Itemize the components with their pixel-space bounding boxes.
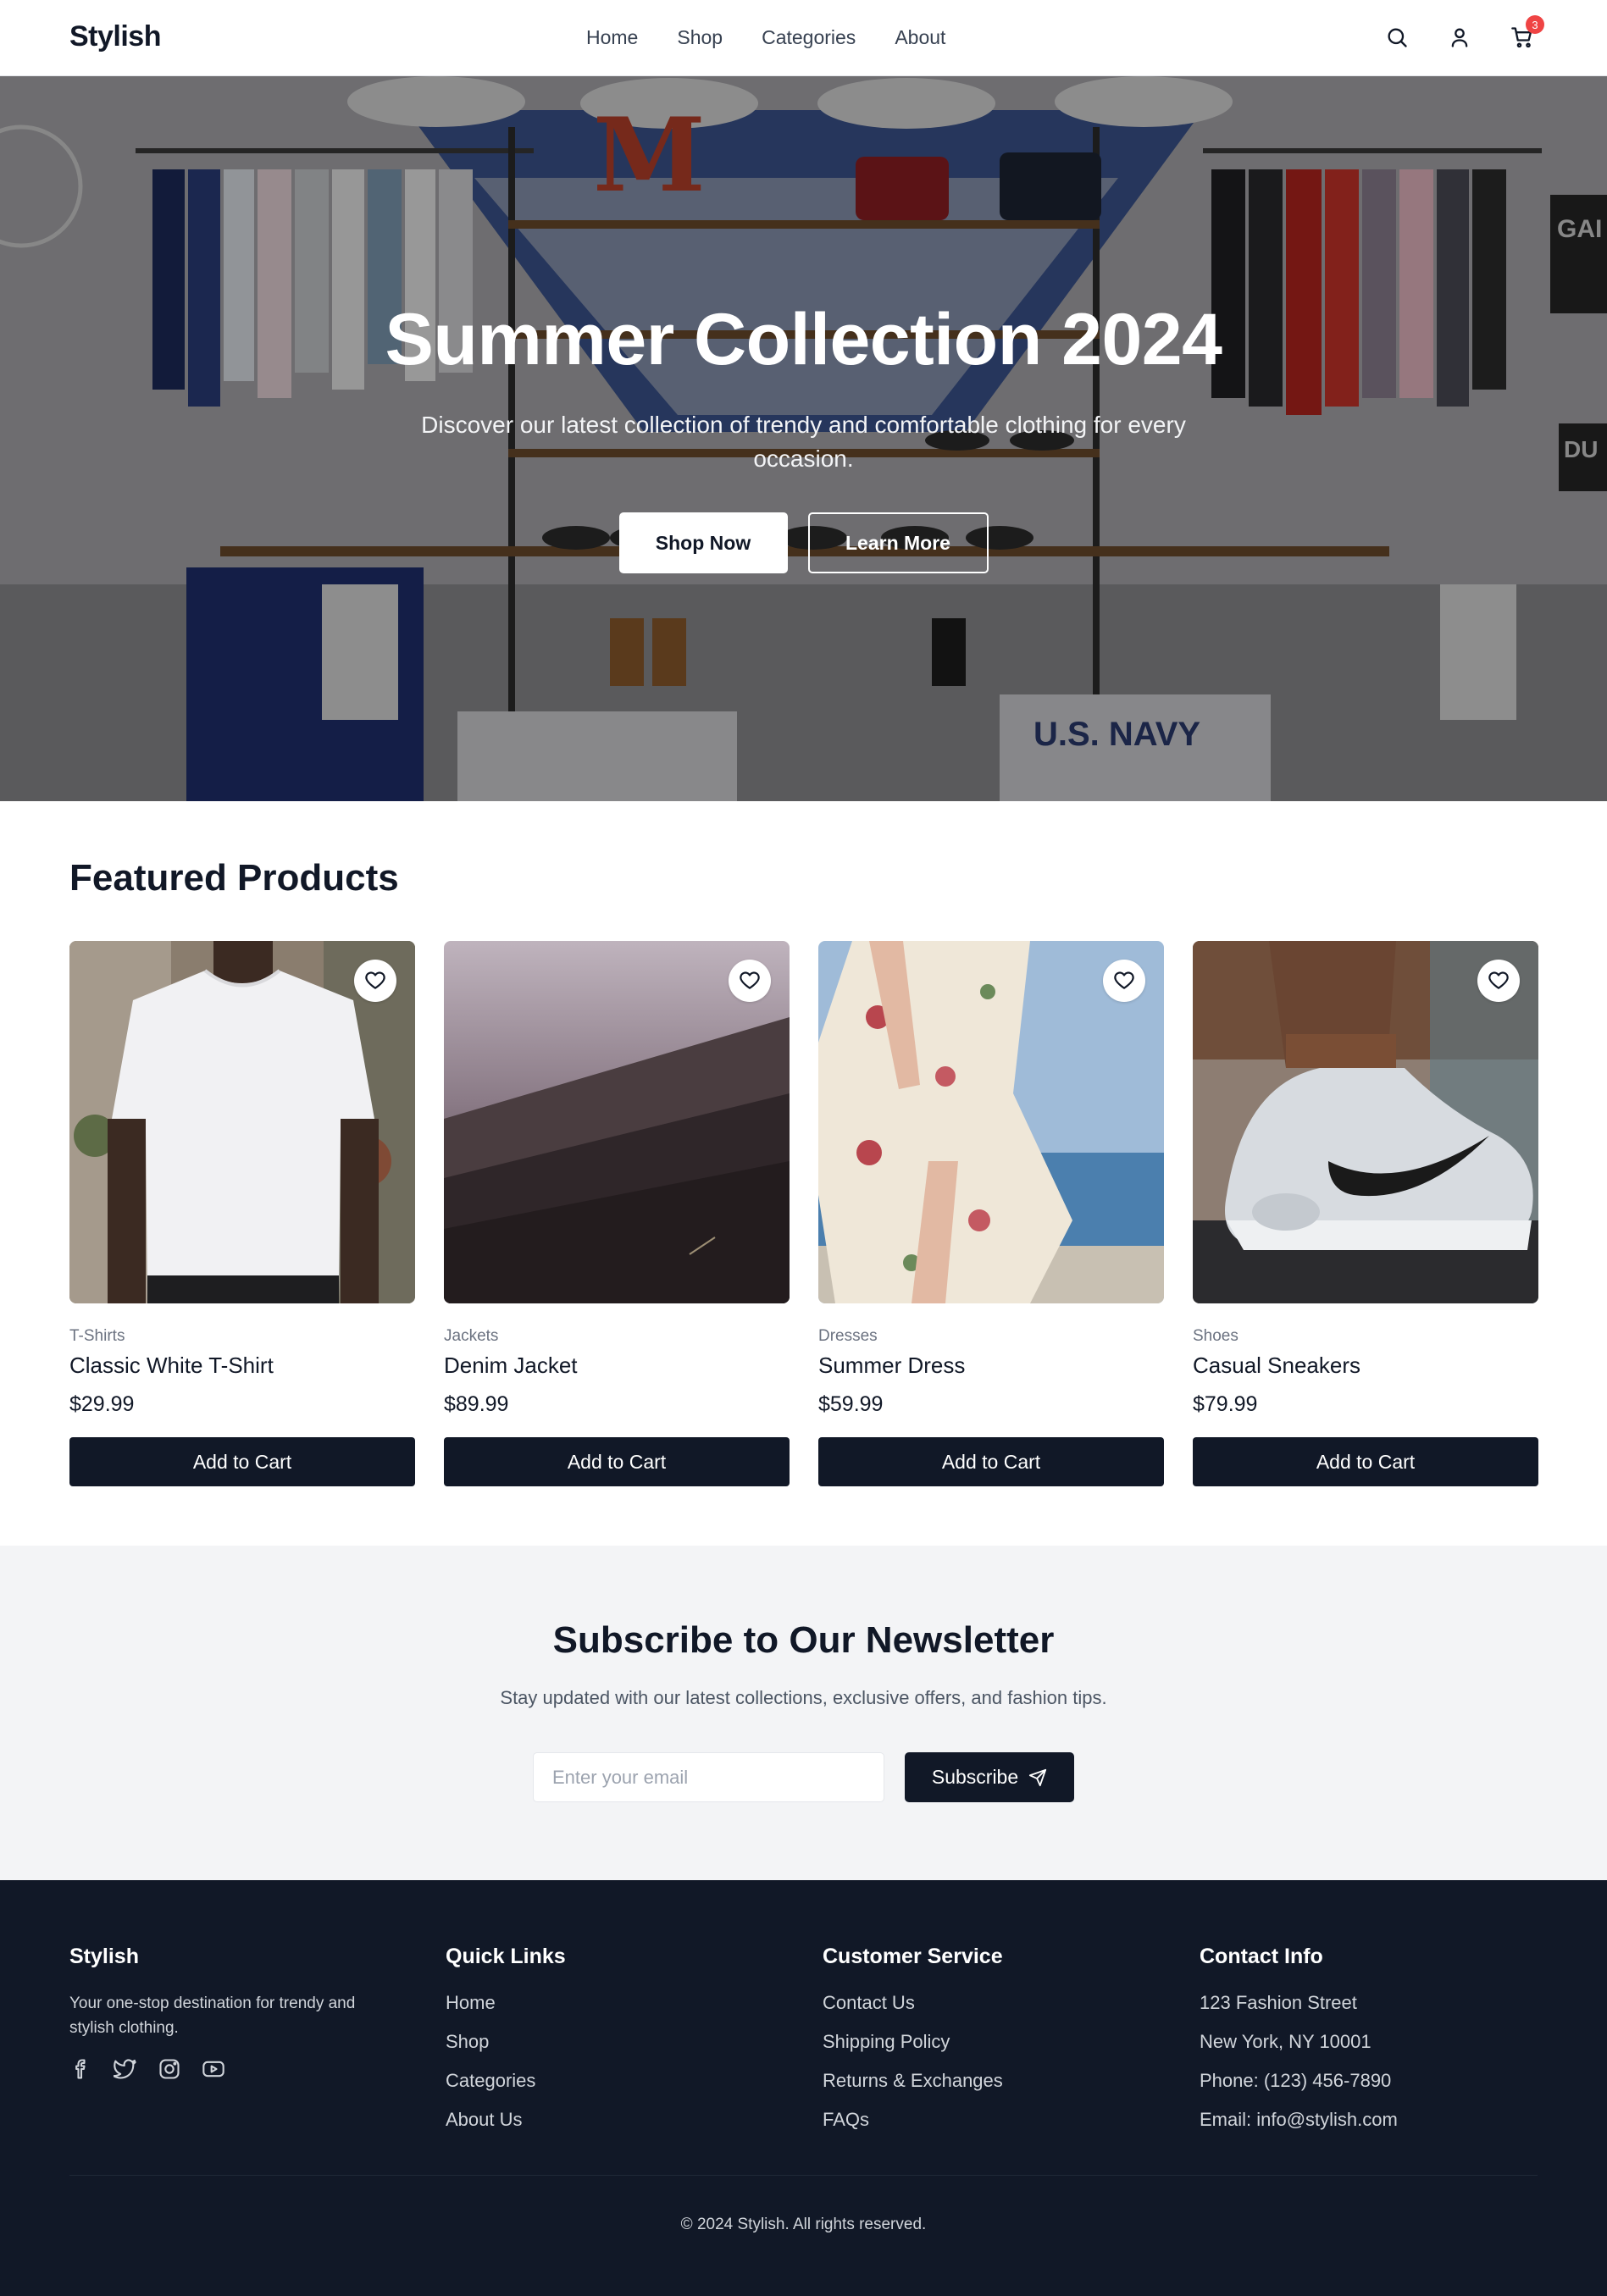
subscribe-button[interactable]: Subscribe bbox=[905, 1752, 1074, 1802]
cart-count-badge: 3 bbox=[1526, 15, 1544, 34]
add-to-cart-button[interactable]: Add to Cart bbox=[818, 1437, 1164, 1486]
footer-link-shipping[interactable]: Shipping Policy bbox=[823, 2031, 950, 2052]
add-to-cart-button[interactable]: Add to Cart bbox=[1193, 1437, 1538, 1486]
footer-contact-info: Contact Info 123 Fashion Street New York… bbox=[1200, 1945, 1555, 2147]
newsletter-form: Subscribe bbox=[533, 1752, 1074, 1802]
footer-divider bbox=[69, 2175, 1538, 2176]
footer-link-shop[interactable]: Shop bbox=[446, 2031, 489, 2052]
hero-content: Summer Collection 2024 Discover our late… bbox=[0, 76, 1607, 801]
product-price: $59.99 bbox=[818, 1392, 884, 1416]
contact-phone: Phone: (123) 456-7890 bbox=[1200, 2070, 1392, 2091]
newsletter-subtitle: Stay updated with our latest collections… bbox=[500, 1687, 1107, 1708]
social-links bbox=[69, 2057, 425, 2081]
product-image-dress[interactable] bbox=[818, 941, 1164, 1303]
copyright-text: © 2024 Stylish. All rights reserved. bbox=[680, 2216, 927, 2233]
send-icon bbox=[1029, 1768, 1047, 1786]
hero-banner: M U.S. NAVY GAI DU Summer Collection 202… bbox=[0, 76, 1607, 801]
product-name[interactable]: Casual Sneakers bbox=[1193, 1353, 1538, 1379]
product-category: Shoes bbox=[1193, 1327, 1238, 1345]
product-grid: T-Shirts Classic White T-Shirt $29.99 Ad… bbox=[69, 941, 1538, 1486]
hero-subtitle: Discover our latest collection of trendy… bbox=[421, 412, 1186, 472]
user-icon[interactable] bbox=[1444, 22, 1475, 53]
search-icon[interactable] bbox=[1382, 22, 1412, 53]
product-card: Shoes Casual Sneakers $79.99 Add to Cart bbox=[1193, 941, 1538, 1486]
hero-actions: Shop Now Learn More bbox=[0, 512, 1607, 573]
wishlist-heart-icon[interactable] bbox=[729, 960, 771, 1002]
nav-about[interactable]: About bbox=[895, 26, 945, 49]
contact-street: 123 Fashion Street bbox=[1200, 1992, 1357, 2013]
product-category: T-Shirts bbox=[69, 1327, 125, 1345]
add-to-cart-button[interactable]: Add to Cart bbox=[69, 1437, 415, 1486]
wishlist-heart-icon[interactable] bbox=[354, 960, 396, 1002]
product-card: Dresses Summer Dress $59.99 Add to Cart bbox=[818, 941, 1164, 1486]
wishlist-heart-icon[interactable] bbox=[1103, 960, 1145, 1002]
customer-service-title: Customer Service bbox=[823, 1945, 1003, 1968]
nav-categories[interactable]: Categories bbox=[762, 26, 856, 49]
footer-link-contact[interactable]: Contact Us bbox=[823, 1992, 915, 2013]
product-category: Jackets bbox=[444, 1327, 499, 1345]
add-to-cart-button[interactable]: Add to Cart bbox=[444, 1437, 790, 1486]
footer-brand-description: Your one-stop destination for trendy and… bbox=[69, 1994, 356, 2037]
hero-title: Summer Collection 2024 bbox=[385, 299, 1222, 380]
footer-link-about[interactable]: About Us bbox=[446, 2109, 523, 2130]
site-header: Stylish Home Shop Categories About 3 bbox=[0, 0, 1607, 76]
shop-now-button[interactable]: Shop Now bbox=[618, 512, 788, 573]
contact-info-title: Contact Info bbox=[1200, 1945, 1323, 1968]
product-image-sneakers[interactable] bbox=[1193, 941, 1538, 1303]
footer-link-returns[interactable]: Returns & Exchanges bbox=[823, 2070, 1003, 2091]
site-footer: Stylish Your one-stop destination for tr… bbox=[0, 1880, 1607, 2296]
footer-brand-title: Stylish bbox=[69, 1945, 139, 1968]
newsletter-section: Subscribe to Our Newsletter Stay updated… bbox=[0, 1546, 1607, 1880]
product-name[interactable]: Denim Jacket bbox=[444, 1353, 790, 1379]
quick-links-title: Quick Links bbox=[446, 1945, 566, 1968]
product-price: $29.99 bbox=[69, 1392, 135, 1416]
instagram-icon[interactable] bbox=[158, 2057, 181, 2081]
product-category: Dresses bbox=[818, 1327, 878, 1345]
brand-logo[interactable]: Stylish bbox=[69, 20, 161, 53]
product-card: T-Shirts Classic White T-Shirt $29.99 Ad… bbox=[69, 941, 415, 1486]
header-actions: 3 bbox=[1382, 15, 1544, 53]
nav-home[interactable]: Home bbox=[586, 26, 638, 49]
subscribe-label: Subscribe bbox=[931, 1766, 1019, 1788]
footer-link-categories[interactable]: Categories bbox=[446, 2070, 535, 2091]
footer-customer-service: Customer Service Contact Us Shipping Pol… bbox=[823, 1945, 1178, 2147]
featured-products-title: Featured Products bbox=[69, 857, 399, 899]
footer-quick-links: Quick Links Home Shop Categories About U… bbox=[446, 1945, 801, 2147]
footer-link-home[interactable]: Home bbox=[446, 1992, 496, 2013]
product-image-tshirt[interactable] bbox=[69, 941, 415, 1303]
product-name[interactable]: Summer Dress bbox=[818, 1353, 1164, 1379]
footer-brand-column: Stylish Your one-stop destination for tr… bbox=[69, 1945, 425, 2081]
main-nav: Home Shop Categories About bbox=[586, 26, 945, 49]
youtube-icon[interactable] bbox=[202, 2057, 225, 2081]
contact-email: Email: info@stylish.com bbox=[1200, 2109, 1398, 2130]
facebook-icon[interactable] bbox=[69, 2057, 93, 2081]
email-input[interactable] bbox=[533, 1752, 884, 1802]
product-price: $79.99 bbox=[1193, 1392, 1258, 1416]
contact-city: New York, NY 10001 bbox=[1200, 2031, 1371, 2052]
product-card: Jackets Denim Jacket $89.99 Add to Cart bbox=[444, 941, 790, 1486]
cart-icon[interactable]: 3 bbox=[1507, 15, 1544, 53]
learn-more-button[interactable]: Learn More bbox=[807, 512, 989, 573]
nav-shop[interactable]: Shop bbox=[677, 26, 723, 49]
footer-link-faqs[interactable]: FAQs bbox=[823, 2109, 869, 2130]
newsletter-title: Subscribe to Our Newsletter bbox=[552, 1619, 1055, 1661]
product-price: $89.99 bbox=[444, 1392, 509, 1416]
product-image-jacket[interactable] bbox=[444, 941, 790, 1303]
product-name[interactable]: Classic White T-Shirt bbox=[69, 1353, 415, 1379]
twitter-icon[interactable] bbox=[114, 2057, 137, 2081]
wishlist-heart-icon[interactable] bbox=[1477, 960, 1520, 1002]
